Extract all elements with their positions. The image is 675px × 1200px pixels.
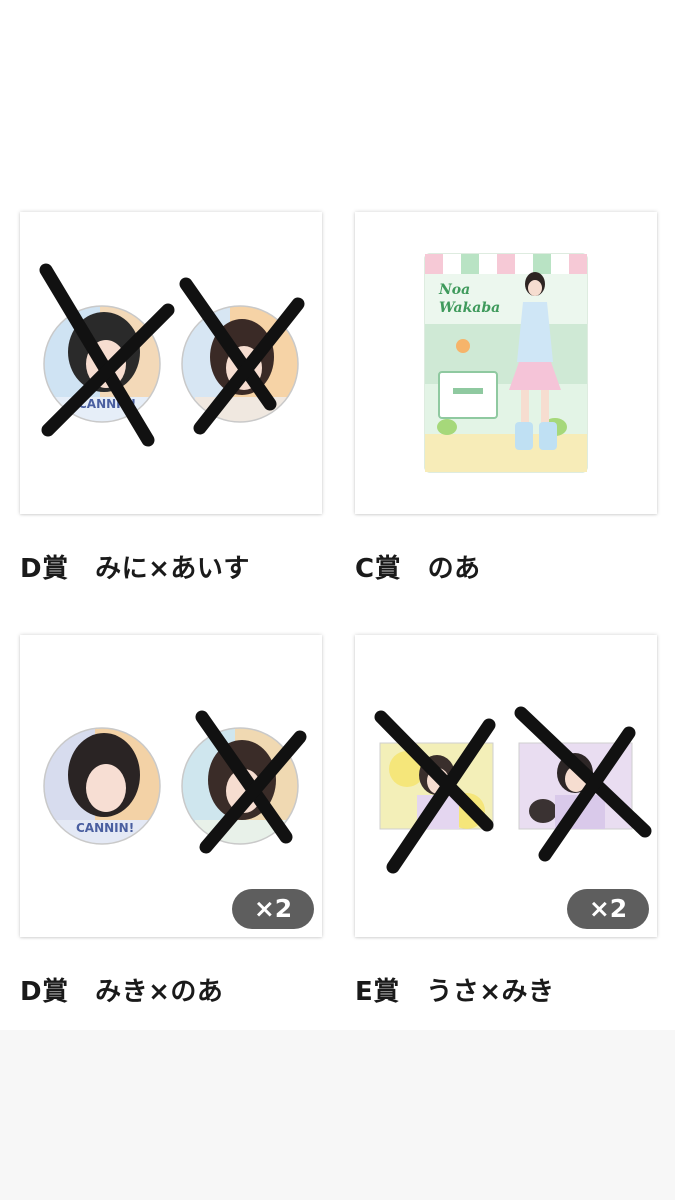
prize-card-d-miki-noa[interactable]: CANNIN! ×2 xyxy=(20,635,322,937)
svg-text:CANNIN!: CANNIN! xyxy=(76,821,134,835)
prize-caption: C賞 のあ xyxy=(355,554,481,584)
prize-caption: E賞 うさ×みき xyxy=(355,977,555,1007)
prize-caption: D賞 みに×あいす xyxy=(20,554,250,584)
quantity-badge: ×2 xyxy=(232,889,314,929)
svg-text:Noa: Noa xyxy=(438,282,470,298)
prize-caption: D賞 みき×のあ xyxy=(20,977,224,1007)
prize-card-c-noa[interactable]: Noa Wakaba xyxy=(355,212,657,514)
can-badges-image: CANNIN! xyxy=(39,263,305,447)
footer-area xyxy=(0,1030,675,1200)
quantity-badge: ×2 xyxy=(567,889,649,929)
svg-text:Wakaba: Wakaba xyxy=(439,300,500,316)
acrylic-stand-image: Noa Wakaba xyxy=(424,253,588,473)
prize-card-d-mini-ice[interactable]: CANNIN! xyxy=(20,212,322,514)
prize-card-e-usa-miki[interactable]: ×2 xyxy=(355,635,657,937)
